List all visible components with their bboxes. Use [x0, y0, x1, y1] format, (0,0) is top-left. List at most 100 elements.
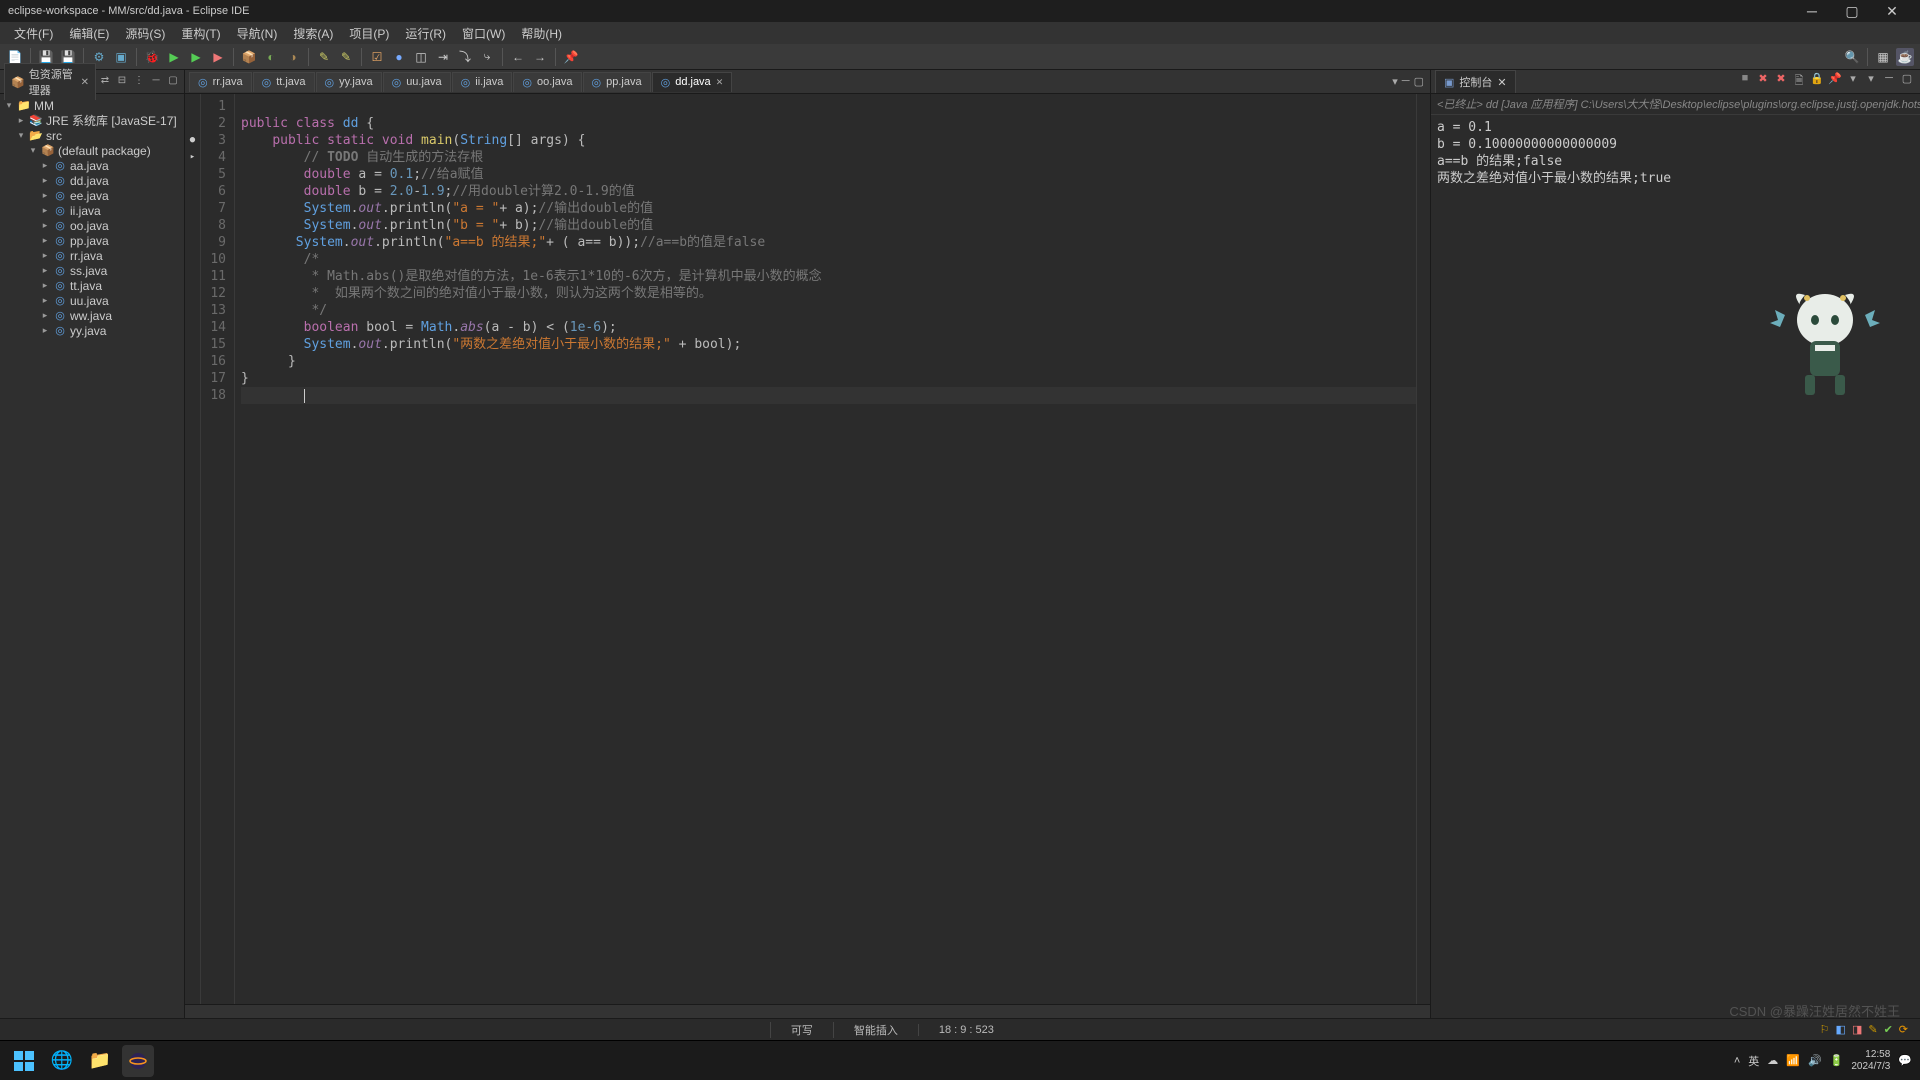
- eclipse-app[interactable]: [122, 1045, 154, 1077]
- link-icon[interactable]: ⇄: [98, 75, 112, 89]
- console-tab[interactable]: ▣ 控制台 ✕: [1435, 70, 1516, 93]
- open-console-icon[interactable]: ▾: [1864, 72, 1878, 91]
- debug-icon[interactable]: 🐞: [143, 48, 161, 66]
- close-button[interactable]: ✕: [1872, 3, 1912, 20]
- collapse-icon[interactable]: ⊟: [115, 75, 129, 89]
- menu-item[interactable]: 搜索(A): [285, 25, 341, 42]
- status-icon[interactable]: ✎: [1868, 1023, 1877, 1036]
- close-icon[interactable]: ✕: [1497, 76, 1506, 89]
- status-icon[interactable]: ◧: [1836, 1023, 1846, 1036]
- battery-icon[interactable]: 🔋: [1830, 1054, 1844, 1067]
- ime-icon[interactable]: 英: [1748, 1053, 1759, 1069]
- minimize-view-icon[interactable]: ─: [149, 75, 163, 89]
- remove-all-icon[interactable]: ✖: [1774, 72, 1788, 91]
- volume-icon[interactable]: 🔊: [1808, 1054, 1822, 1067]
- menu-item[interactable]: 窗口(W): [454, 25, 513, 42]
- status-icon[interactable]: ◨: [1852, 1023, 1862, 1036]
- status-icon[interactable]: ✔: [1884, 1023, 1893, 1036]
- console-output[interactable]: a = 0.1 b = 0.10000000000000009 a==b 的结果…: [1431, 115, 1920, 1018]
- step-into-icon[interactable]: ⤷: [478, 48, 496, 66]
- code-editor[interactable]: ●▸ 123456789101112131415161718 public cl…: [185, 94, 1430, 1004]
- java-perspective-icon[interactable]: ☕: [1896, 48, 1914, 66]
- menu-item[interactable]: 编辑(E): [61, 25, 117, 42]
- tray-chevron-icon[interactable]: ˄: [1734, 1055, 1740, 1067]
- notifications-icon[interactable]: 💬: [1898, 1054, 1912, 1067]
- step-icon[interactable]: ⇥: [434, 48, 452, 66]
- tree-node[interactable]: ▸◎oo.java: [0, 218, 184, 233]
- display-icon[interactable]: ▾: [1846, 72, 1860, 91]
- view-menu-icon[interactable]: ⋮: [132, 75, 146, 89]
- horizontal-scrollbar[interactable]: [185, 1004, 1430, 1018]
- onedrive-icon[interactable]: ☁: [1767, 1054, 1778, 1067]
- menu-item[interactable]: 运行(R): [397, 25, 454, 42]
- minimize-editor-icon[interactable]: ─: [1402, 75, 1410, 88]
- tree-node[interactable]: ▸◎aa.java: [0, 158, 184, 173]
- tree-node[interactable]: ▸◎dd.java: [0, 173, 184, 188]
- status-update-icon[interactable]: ⟳: [1899, 1023, 1908, 1036]
- wifi-icon[interactable]: 📶: [1786, 1054, 1800, 1067]
- menu-item[interactable]: 帮助(H): [513, 25, 570, 42]
- new-package-icon[interactable]: 📦: [240, 48, 258, 66]
- maximize-c-icon[interactable]: ▢: [1900, 72, 1914, 91]
- code-content[interactable]: public class dd { public static void mai…: [235, 94, 1416, 1004]
- minimize-button[interactable]: ─: [1792, 3, 1832, 19]
- editor-tab[interactable]: ◎tt.java: [253, 72, 315, 92]
- coverage-icon[interactable]: ▶: [187, 48, 205, 66]
- pin-icon[interactable]: 📌: [562, 48, 580, 66]
- menu-item[interactable]: 项目(P): [341, 25, 397, 42]
- pin-console-icon[interactable]: 📌: [1828, 72, 1842, 91]
- menu-item[interactable]: 源码(S): [117, 25, 173, 42]
- menu-item[interactable]: 文件(F): [6, 25, 61, 42]
- start-button[interactable]: [8, 1045, 40, 1077]
- skip-icon[interactable]: ◫: [412, 48, 430, 66]
- forward-icon[interactable]: →: [531, 48, 549, 66]
- new-class-icon[interactable]: ◐: [262, 48, 280, 66]
- maximize-editor-icon[interactable]: ▢: [1414, 75, 1424, 88]
- system-tray[interactable]: ˄ 英 ☁ 📶 🔊 🔋 12:58 2024/7/3 💬: [1734, 1049, 1912, 1073]
- minimize-c-icon[interactable]: ─: [1882, 72, 1896, 91]
- back-icon[interactable]: ←: [509, 48, 527, 66]
- step-over-icon[interactable]: ⤵: [456, 48, 474, 66]
- tree-node[interactable]: ▸◎ee.java: [0, 188, 184, 203]
- editor-tab[interactable]: ◎ii.java: [452, 72, 513, 92]
- run-ext-icon[interactable]: ▶: [209, 48, 227, 66]
- maximize-button[interactable]: ▢: [1832, 3, 1872, 20]
- editor-menu-icon[interactable]: ▾: [1392, 75, 1398, 88]
- taskbar-clock[interactable]: 12:58 2024/7/3: [1851, 1049, 1890, 1073]
- tree-node[interactable]: ▸◎uu.java: [0, 293, 184, 308]
- editor-tab[interactable]: ◎pp.java: [583, 72, 651, 92]
- tool-icon[interactable]: ▣: [112, 48, 130, 66]
- search-icon[interactable]: ✎: [337, 48, 355, 66]
- tree-node[interactable]: ▸📚JRE 系统库 [JavaSE-17]: [0, 113, 184, 128]
- tree-node[interactable]: ▾📁MM: [0, 98, 184, 113]
- tree-node[interactable]: ▸◎rr.java: [0, 248, 184, 263]
- tree-node[interactable]: ▸◎ii.java: [0, 203, 184, 218]
- tree-node[interactable]: ▸◎yy.java: [0, 323, 184, 338]
- explorer-app[interactable]: 📁: [84, 1045, 116, 1077]
- close-icon[interactable]: ✕: [81, 77, 89, 88]
- editor-tab[interactable]: ◎oo.java: [513, 72, 581, 92]
- remove-icon[interactable]: ✖: [1756, 72, 1770, 91]
- editor-tab[interactable]: ◎rr.java: [189, 72, 252, 92]
- tree-node[interactable]: ▸◎ww.java: [0, 308, 184, 323]
- tree-node[interactable]: ▾📦(default package): [0, 143, 184, 158]
- status-icon[interactable]: ⚐: [1820, 1023, 1830, 1036]
- tree-node[interactable]: ▾📂src: [0, 128, 184, 143]
- open-type-icon[interactable]: ✎: [315, 48, 333, 66]
- tree-node[interactable]: ▸◎ss.java: [0, 263, 184, 278]
- editor-tab[interactable]: ◎yy.java: [316, 72, 382, 92]
- menu-item[interactable]: 导航(N): [229, 25, 286, 42]
- edge-app[interactable]: 🌐: [46, 1045, 78, 1077]
- maximize-view-icon[interactable]: ▢: [166, 75, 180, 89]
- new-interface-icon[interactable]: ◑: [284, 48, 302, 66]
- editor-tab[interactable]: ◎dd.java✕: [652, 72, 733, 92]
- run-icon[interactable]: ▶: [165, 48, 183, 66]
- tree-node[interactable]: ▸◎tt.java: [0, 278, 184, 293]
- perspective-icon[interactable]: ▦: [1874, 48, 1892, 66]
- scroll-lock-icon[interactable]: 🔒: [1810, 72, 1824, 91]
- terminate-icon[interactable]: ■: [1738, 72, 1752, 91]
- breakpoint-icon[interactable]: ●: [390, 48, 408, 66]
- toggle-mark-icon[interactable]: ☑: [368, 48, 386, 66]
- editor-tab[interactable]: ◎uu.java: [383, 72, 451, 92]
- tree-node[interactable]: ▸◎pp.java: [0, 233, 184, 248]
